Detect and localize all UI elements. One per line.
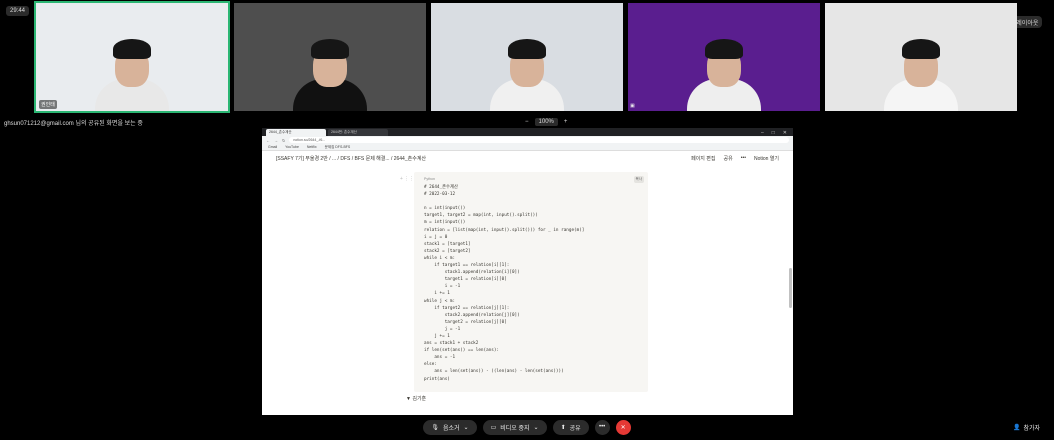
maximize-icon[interactable]: □ — [772, 130, 775, 136]
person-icon: 👤 — [1012, 425, 1021, 431]
video-tile-1[interactable]: 권인태 — [34, 1, 230, 113]
edit-page-button[interactable]: 페이지 편집 — [691, 155, 715, 162]
code-block[interactable]: Python 복사 # 2644_촌수계산 # 2022-03-12 n = i… — [414, 172, 648, 392]
person-hair — [508, 39, 546, 59]
more-button[interactable]: ••• — [741, 155, 746, 162]
zoom-in-button[interactable]: + — [564, 119, 568, 125]
person-hair — [705, 39, 743, 59]
participant-video — [87, 21, 177, 111]
forward-icon[interactable]: → — [274, 138, 278, 143]
notion-topbar: [SSAFY 7기] 부울경 2반 / ... / DFS / BFS 문제 해… — [262, 151, 793, 165]
browser-tab[interactable]: 2644_촌수계산 — [266, 129, 326, 136]
toggle-arrow-icon[interactable]: ▼ — [406, 396, 411, 402]
share-screen-button[interactable]: ⬆ 공유 — [552, 419, 589, 435]
person-hair — [902, 39, 940, 59]
participant-name: 권인태 — [39, 100, 57, 109]
stop-video-label: 비디오 중지 — [500, 425, 530, 432]
participants-button[interactable]: 👤 참가자 — [1013, 423, 1040, 432]
person-hair — [311, 39, 349, 59]
share-button[interactable]: 공유 — [723, 155, 732, 162]
chevron-down-icon[interactable]: ⌄ — [534, 424, 539, 431]
zoom-level[interactable]: 100% — [534, 118, 558, 126]
copy-button[interactable]: 복사 — [633, 176, 644, 183]
window-controls: – □ ✕ — [761, 130, 793, 136]
participant-video — [679, 21, 769, 111]
zoom-control: − 100% + — [525, 117, 567, 127]
block-handle-icon[interactable]: + ⋮⋮ — [400, 176, 414, 182]
close-icon[interactable]: ✕ — [783, 130, 787, 136]
meeting-controls: 🎙 음소거 ⌄ ▭ 비디오 중지 ⌄ ⬆ 공유 ••• ✕ — [0, 418, 1054, 436]
code-text[interactable]: # 2644_촌수계산 # 2022-03-12 n = int(input()… — [424, 184, 638, 383]
shared-screen: 2644_촌수계산 2644번: 촌수계산 – □ ✕ ← → ↻ notion… — [262, 128, 793, 415]
video-tile-4[interactable]: ▣ — [628, 3, 820, 111]
mic-muted-icon: ▣ — [630, 103, 635, 109]
mic-icon: 🎙 — [431, 424, 439, 431]
person-hair — [113, 39, 151, 59]
breadcrumb[interactable]: [SSAFY 7기] 부울경 2반 / ... / DFS / BFS 문제 해… — [276, 155, 426, 162]
bookmark-item[interactable]: Gmail — [268, 145, 277, 149]
bookmark-item[interactable]: Netflix — [307, 145, 317, 149]
meeting-timer: 29:44 — [6, 6, 30, 16]
share-icon: ⬆ — [560, 424, 566, 431]
video-camera-icon: ▭ — [490, 424, 497, 431]
layout-button-label: 레이아웃 — [1016, 20, 1039, 27]
bookmark-item[interactable]: YouTube — [285, 145, 299, 149]
bookmark-item[interactable]: 문제집 DFS-BFS — [325, 145, 351, 150]
screen-share-status: ghsun071212@gmail.com 님의 공유된 화면을 보는 중 — [4, 121, 143, 127]
mute-label: 음소거 — [442, 425, 460, 432]
video-tile-2[interactable] — [234, 3, 426, 111]
participant-video — [482, 21, 572, 111]
participant-video — [876, 21, 966, 111]
toggle-label: 김기훈 — [412, 396, 427, 402]
browser-tab-strip: 2644_촌수계산 2644번: 촌수계산 – □ ✕ — [262, 128, 793, 136]
participant-video — [285, 21, 375, 111]
mute-button[interactable]: 🎙 음소거 ⌄ — [423, 419, 477, 435]
chevron-down-icon[interactable]: ⌄ — [464, 424, 469, 431]
notion-actions: 페이지 편집 공유 ••• Notion 열기 — [691, 155, 779, 162]
toggle-block[interactable]: ▼ 김기훈 — [406, 395, 426, 402]
scrollbar[interactable] — [789, 268, 792, 308]
bookmarks-bar: Gmail YouTube Netflix 문제집 DFS-BFS — [262, 144, 793, 151]
video-tile-3[interactable] — [431, 3, 623, 111]
end-call-button[interactable]: ✕ — [615, 419, 631, 435]
code-language[interactable]: Python — [424, 177, 638, 181]
url-field[interactable]: notion.so/2644_-f6... — [289, 137, 789, 143]
stop-video-button[interactable]: ▭ 비디오 중지 ⌄ — [482, 419, 547, 435]
reload-icon[interactable]: ↻ — [282, 138, 285, 143]
minimize-icon[interactable]: – — [761, 130, 764, 136]
more-options-button[interactable]: ••• — [594, 419, 610, 435]
zoom-out-button[interactable]: − — [525, 119, 529, 125]
back-icon[interactable]: ← — [266, 138, 270, 143]
address-bar: ← → ↻ notion.so/2644_-f6... — [262, 136, 793, 144]
open-in-notion-button[interactable]: Notion 열기 — [754, 155, 779, 162]
video-tile-5[interactable] — [825, 3, 1017, 111]
browser-tab[interactable]: 2644번: 촌수계산 — [328, 129, 388, 136]
participants-label: 참가자 — [1023, 426, 1040, 432]
share-label: 공유 — [569, 425, 581, 432]
